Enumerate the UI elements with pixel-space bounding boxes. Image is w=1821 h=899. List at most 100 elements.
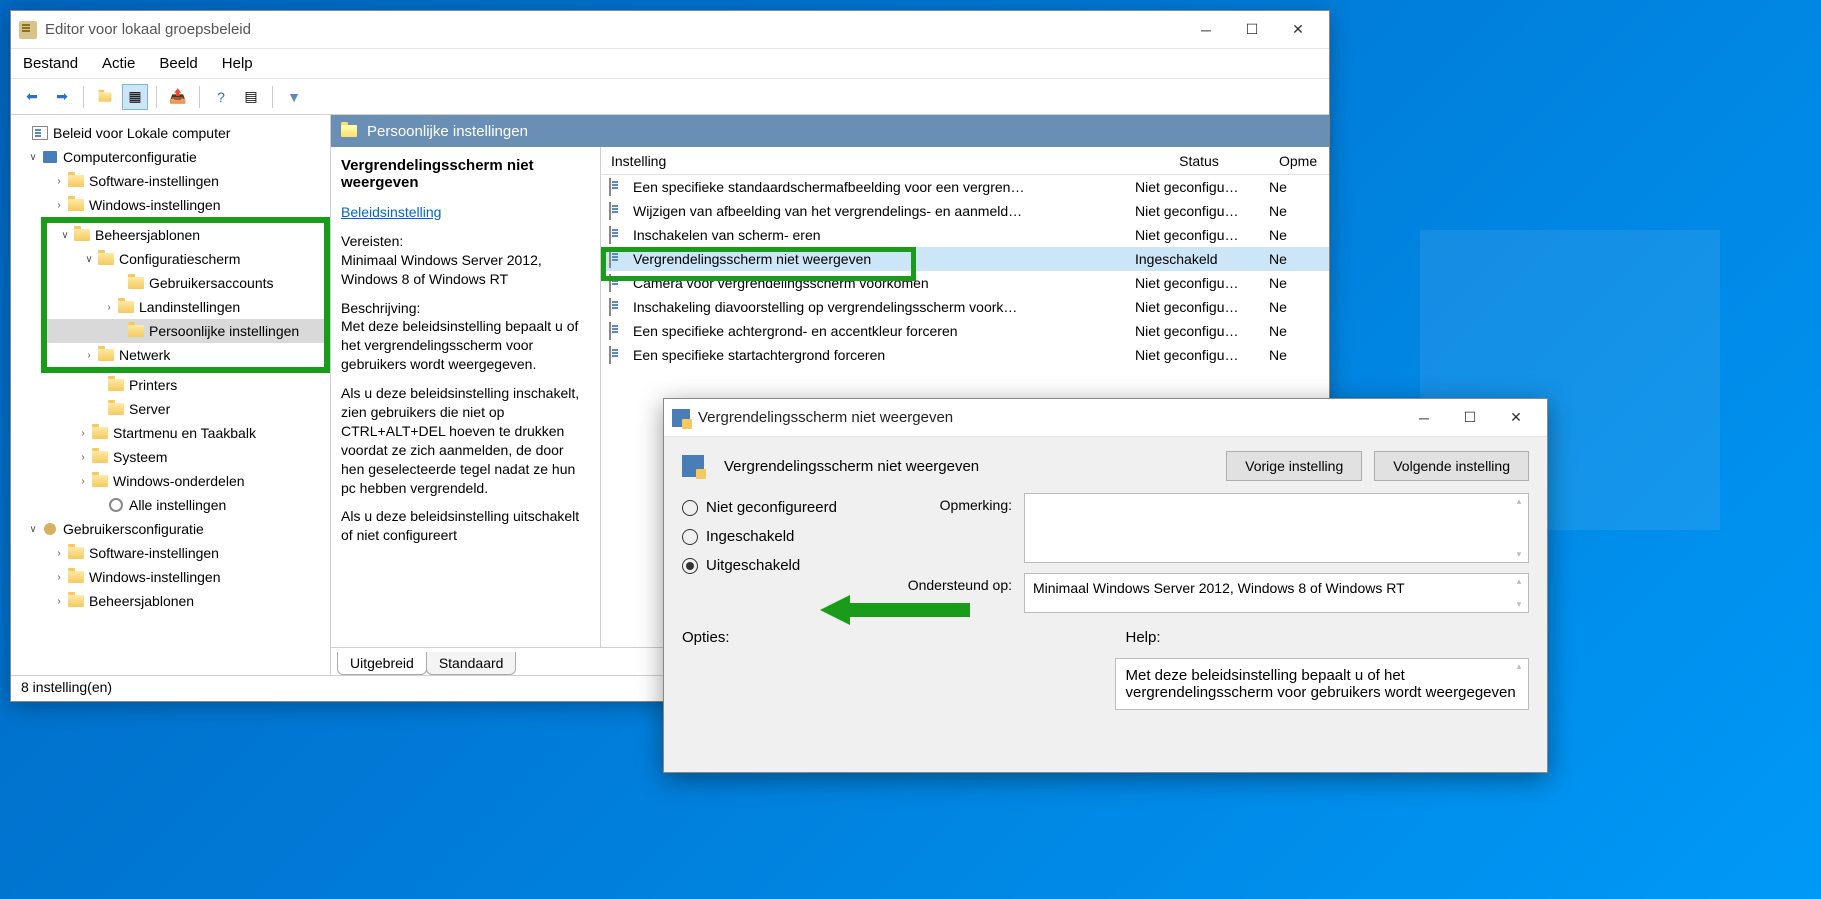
setting-comment: Ne (1269, 203, 1329, 219)
tree-printers[interactable]: Printers (11, 373, 330, 397)
tab-extended[interactable]: Uitgebreid (337, 652, 427, 675)
close-button[interactable]: ✕ (1275, 15, 1321, 45)
folder-icon (341, 125, 357, 137)
show-tree-button[interactable]: ▦ (122, 84, 148, 110)
tree-windows-components[interactable]: ›Windows-onderdelen (11, 469, 330, 493)
setting-comment: Ne (1269, 179, 1329, 195)
menubar: Bestand Actie Beeld Help (11, 49, 1329, 79)
setting-icon (609, 251, 627, 267)
up-button[interactable] (92, 84, 118, 110)
setting-row[interactable]: Vergrendelingsscherm niet weergevenInges… (601, 247, 1329, 271)
forward-button[interactable]: ➡ (49, 84, 75, 110)
setting-status: Niet geconfigu… (1129, 299, 1269, 315)
tree-network[interactable]: ›Netwerk (47, 343, 324, 367)
radio-enabled[interactable]: Ingeschakeld (682, 528, 872, 545)
breadcrumb-header: Persoonlijke instellingen (331, 115, 1329, 147)
setting-status: Ingeschakeld (1129, 251, 1269, 267)
setting-row[interactable]: Inschakeling diavoorstelling op vergrend… (601, 295, 1329, 319)
comment-textarea[interactable]: ▴▾ (1024, 493, 1529, 563)
setting-icon (609, 227, 627, 243)
radio-not-configured[interactable]: Niet geconfigureerd (682, 499, 872, 516)
tree-server[interactable]: Server (11, 397, 330, 421)
dialog-icon (672, 409, 690, 427)
comment-label: Opmerking: (892, 493, 1012, 563)
tree-personalization[interactable]: Persoonlijke instellingen (47, 319, 324, 343)
setting-row[interactable]: Inschakelen van scherm- erenNiet geconfi… (601, 223, 1329, 247)
previous-setting-button[interactable]: Vorige instelling (1226, 451, 1362, 481)
tree-computer-config[interactable]: ∨Computerconfiguratie (11, 145, 330, 169)
menu-view[interactable]: Beeld (159, 55, 197, 72)
toolbar: ⬅ ➡ ▦ 📤 ? ▤ ▼ (11, 79, 1329, 115)
setting-comment: Ne (1269, 251, 1329, 267)
tree-control-panel[interactable]: ∨Configuratiescherm (47, 247, 324, 271)
col-comment[interactable]: Opme (1269, 153, 1329, 169)
setting-name: Vergrendelingsscherm niet weergeven (633, 251, 1129, 267)
maximize-button[interactable]: ☐ (1229, 15, 1275, 45)
setting-row[interactable]: Een specifieke achtergrond- en accentkle… (601, 319, 1329, 343)
setting-status: Niet geconfigu… (1129, 203, 1269, 219)
setting-row[interactable]: Een specifieke startachtergrond forceren… (601, 343, 1329, 367)
col-status[interactable]: Status (1129, 153, 1269, 169)
menu-file[interactable]: Bestand (23, 55, 78, 72)
tree-root[interactable]: Beleid voor Lokale computer (11, 121, 330, 145)
menu-action[interactable]: Actie (102, 55, 135, 72)
setting-name: Een specifieke startachtergrond forceren (633, 347, 1129, 363)
tab-standard[interactable]: Standaard (426, 652, 517, 675)
edit-setting-link[interactable]: Beleidsinstelling (341, 204, 441, 220)
dialog-minimize-button[interactable]: ─ (1401, 403, 1447, 433)
titlebar[interactable]: Editor voor lokaal groepsbeleid ─ ☐ ✕ (11, 11, 1329, 49)
requirements-text: Minimaal Windows Server 2012, Windows 8 … (341, 252, 542, 287)
minimize-button[interactable]: ─ (1183, 15, 1229, 45)
dialog-heading: Vergrendelingsscherm niet weergeven (724, 458, 1214, 475)
description-text-3: Als u deze beleidsinstelling uitschakelt… (341, 507, 590, 545)
col-setting[interactable]: Instelling (601, 153, 1129, 169)
setting-comment: Ne (1269, 275, 1329, 291)
tree-admin-templates[interactable]: ∨Beheersjablonen (47, 223, 324, 247)
setting-row[interactable]: Wijzigen van afbeelding van het vergrend… (601, 199, 1329, 223)
filter-button[interactable]: ▼ (281, 84, 307, 110)
setting-comment: Ne (1269, 347, 1329, 363)
tree-user-accounts[interactable]: Gebruikersaccounts (47, 271, 324, 295)
tree-user-software[interactable]: ›Software-instellingen (11, 541, 330, 565)
tree-user-config[interactable]: ∨Gebruikersconfiguratie (11, 517, 330, 541)
properties-button[interactable]: ▤ (238, 84, 264, 110)
dialog-close-button[interactable]: ✕ (1493, 403, 1539, 433)
help-textbox[interactable]: Met deze beleidsinstelling bepaalt u of … (1115, 658, 1530, 710)
tree-windows[interactable]: ›Windows-instellingen (11, 193, 330, 217)
tree-system[interactable]: ›Systeem (11, 445, 330, 469)
requirements-label: Vereisten: (341, 233, 403, 249)
tree-user-windows[interactable]: ›Windows-instellingen (11, 565, 330, 589)
tree-software[interactable]: ›Software-instellingen (11, 169, 330, 193)
back-button[interactable]: ⬅ (19, 84, 45, 110)
breadcrumb-title: Persoonlijke instellingen (367, 123, 528, 140)
setting-name: Een specifieke achtergrond- en accentkle… (633, 323, 1129, 339)
separator (272, 86, 273, 108)
nav-tree[interactable]: Beleid voor Lokale computer ∨Computercon… (11, 115, 331, 675)
setting-status: Niet geconfigu… (1129, 323, 1269, 339)
dialog-maximize-button[interactable]: ☐ (1447, 403, 1493, 433)
column-headers[interactable]: Instelling Status Opme (601, 147, 1329, 175)
supported-textarea[interactable]: Minimaal Windows Server 2012, Windows 8 … (1024, 573, 1529, 613)
radio-icon (682, 558, 698, 574)
tree-startmenu[interactable]: ›Startmenu en Taakbalk (11, 421, 330, 445)
description-panel: Vergrendelingsscherm niet weergeven Bele… (331, 147, 601, 647)
menu-help[interactable]: Help (222, 55, 253, 72)
app-icon (19, 21, 37, 39)
help-label: Help: (1126, 629, 1530, 646)
radio-disabled[interactable]: Uitgeschakeld (682, 557, 872, 574)
setting-icon (609, 323, 627, 339)
separator (83, 86, 84, 108)
setting-icon (609, 299, 627, 315)
setting-comment: Ne (1269, 323, 1329, 339)
dialog-titlebar[interactable]: Vergrendelingsscherm niet weergeven ─ ☐ … (664, 399, 1547, 437)
tree-regional[interactable]: ›Landinstellingen (47, 295, 324, 319)
tree-all-settings[interactable]: Alle instellingen (11, 493, 330, 517)
dialog-title: Vergrendelingsscherm niet weergeven (698, 409, 1401, 426)
setting-row[interactable]: Camera voor vergrendelingsscherm voorkom… (601, 271, 1329, 295)
export-button[interactable]: 📤 (165, 84, 191, 110)
setting-icon (609, 347, 627, 363)
next-setting-button[interactable]: Volgende instelling (1374, 451, 1529, 481)
tree-user-admin[interactable]: ›Beheersjablonen (11, 589, 330, 613)
setting-row[interactable]: Een specifieke standaardschermafbeelding… (601, 175, 1329, 199)
help-button[interactable]: ? (208, 84, 234, 110)
